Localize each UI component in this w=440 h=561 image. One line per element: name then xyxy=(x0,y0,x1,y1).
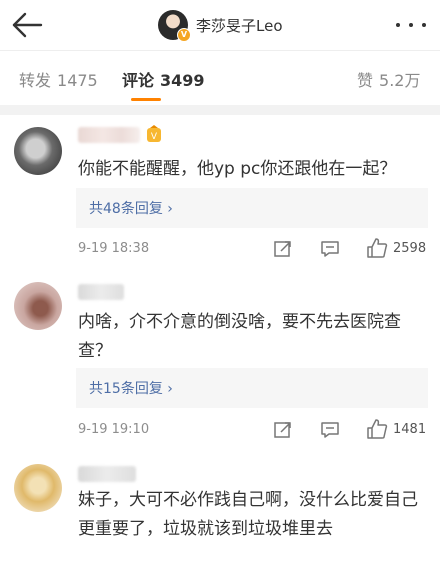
comment-item: 内啥，介不介意的倒没啥，要不先去医院查查？ 共15条回复 › 9-19 19:1… xyxy=(0,270,440,450)
tab-count: 3499 xyxy=(160,71,205,90)
arrow-left-icon xyxy=(12,12,43,38)
commenter-name-blurred[interactable] xyxy=(78,466,136,482)
comment-time: 9-19 19:10 xyxy=(78,422,150,437)
tab-label: 赞 xyxy=(357,71,374,90)
commenter-name-blurred[interactable] xyxy=(78,284,124,300)
commenter-name-blurred[interactable] xyxy=(78,127,140,143)
comment-item: V 你能不能醒醒，他yp pc你还跟他在一起？ 共48条回复 › 9-19 18… xyxy=(0,115,440,270)
comment-text: 你能不能醒醒，他yp pc你还跟他在一起？ xyxy=(78,159,397,179)
like-icon[interactable] xyxy=(366,237,388,259)
view-replies-button[interactable]: 共48条回复 › xyxy=(76,188,428,228)
section-divider xyxy=(0,105,440,115)
tab-comments[interactable]: 评论 3499 xyxy=(122,67,205,91)
author-avatar[interactable]: V xyxy=(158,10,191,42)
repost-icon[interactable] xyxy=(273,420,293,440)
like-count: 2598 xyxy=(393,241,427,256)
verified-badge-icon: V xyxy=(177,28,191,42)
chevron-right-icon: › xyxy=(167,381,173,397)
tab-label: 转发 xyxy=(19,71,52,90)
chevron-right-icon: › xyxy=(167,201,173,217)
like-icon[interactable] xyxy=(366,418,388,440)
author-name[interactable]: 李莎旻子Leo xyxy=(196,15,283,36)
repost-icon[interactable] xyxy=(273,239,293,259)
replies-count: 共48条回复 xyxy=(89,201,163,217)
profile-header[interactable]: V 李莎旻子Leo xyxy=(158,9,283,42)
comment-text: 妹子，大可不必作践自己啊，没什么比爱自己更重要了，垃圾就该到垃圾堆里去 xyxy=(78,490,418,539)
commenter-avatar[interactable] xyxy=(14,127,62,175)
svg-text:V: V xyxy=(151,132,158,142)
commenter-avatar[interactable] xyxy=(14,464,62,512)
like-count: 1481 xyxy=(393,422,427,437)
comment-icon[interactable] xyxy=(320,239,340,259)
back-button[interactable] xyxy=(10,11,44,39)
view-replies-button[interactable]: 共15条回复 › xyxy=(76,368,428,408)
top-nav-bar: V 李莎旻子Leo xyxy=(0,0,440,50)
tab-reposts[interactable]: 转发 1475 xyxy=(19,67,98,91)
member-badge-icon: V xyxy=(146,125,162,143)
more-dots-icon xyxy=(396,23,400,27)
tab-count: 1475 xyxy=(57,71,98,90)
replies-count: 共15条回复 xyxy=(89,381,163,397)
tab-count: 5.2万 xyxy=(379,71,421,90)
tab-bar: 转发 1475 评论 3499 赞 5.2万 xyxy=(0,51,440,105)
tab-label: 评论 xyxy=(122,71,155,90)
commenter-avatar[interactable] xyxy=(14,282,62,330)
tab-likes[interactable]: 赞 5.2万 xyxy=(357,67,420,91)
comment-text: 内啥，介不介意的倒没啥，要不先去医院查查？ xyxy=(78,312,401,361)
comment-icon[interactable] xyxy=(320,420,340,440)
active-tab-indicator xyxy=(131,98,161,101)
more-button[interactable] xyxy=(396,18,426,32)
comment-time: 9-19 18:38 xyxy=(78,241,150,256)
comment-item: 妹子，大可不必作践自己啊，没什么比爱自己更重要了，垃圾就该到垃圾堆里去 xyxy=(0,450,440,561)
